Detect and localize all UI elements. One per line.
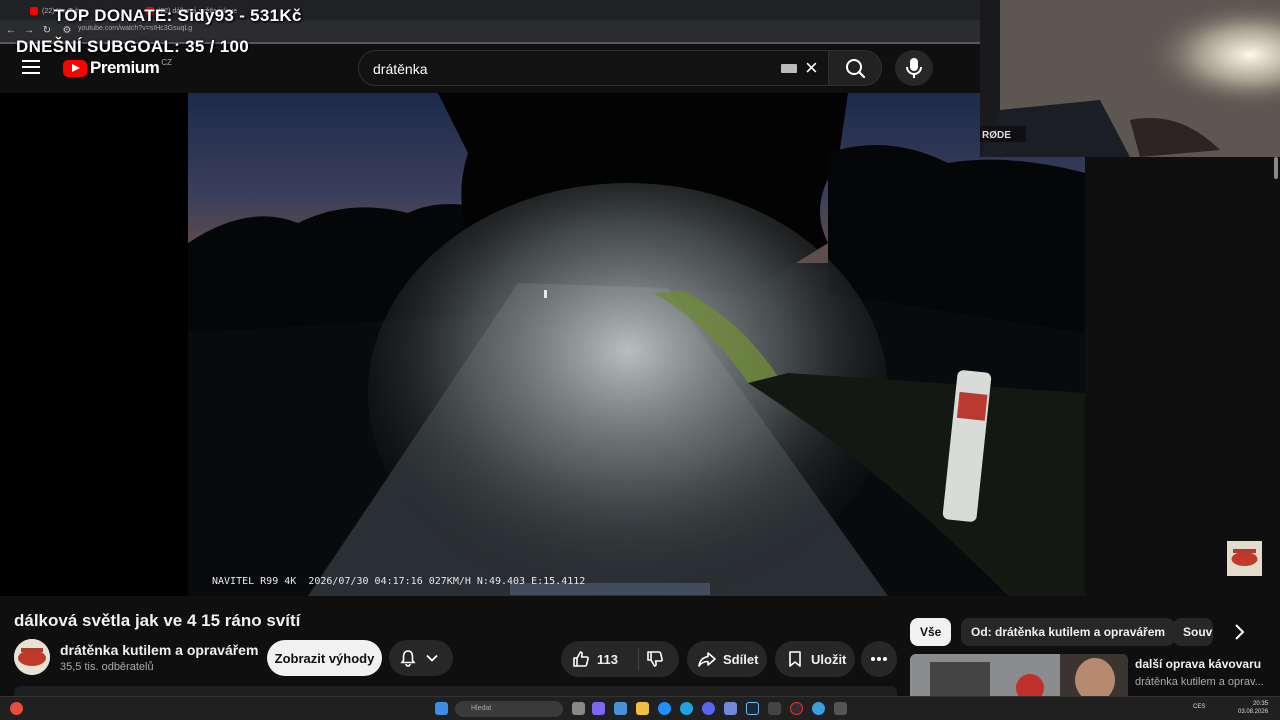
thumbs-up-icon: [573, 651, 589, 667]
like-divider: [638, 648, 639, 670]
input-language[interactable]: CES: [1193, 704, 1205, 710]
microphone-icon: [906, 58, 922, 78]
dashcam-osd-text: NAVITEL R99 4K 2026/07/30 04:17:16 027KM…: [212, 576, 586, 587]
share-button[interactable]: Sdílet: [687, 641, 767, 677]
dislike-button[interactable]: [645, 649, 665, 672]
channel-name[interactable]: drátěnka kutilem a opravářem: [60, 642, 258, 658]
obs-icon[interactable]: [790, 702, 803, 715]
task-view-icon[interactable]: [572, 702, 585, 715]
clear-search-icon[interactable]: ×: [805, 55, 818, 81]
like-button[interactable]: 113: [571, 649, 618, 669]
app-icon[interactable]: [812, 702, 825, 715]
recommendation-title[interactable]: další oprava kávovaru: [1135, 657, 1261, 671]
channel-watermark[interactable]: [1227, 541, 1262, 576]
back-arrow-icon[interactable]: ←: [4, 24, 18, 38]
recommendation-channel[interactable]: drátěnka kutilem a oprav...: [1135, 676, 1264, 688]
bookmark-icon: [789, 651, 801, 667]
search-input[interactable]: drátěnka ×: [358, 50, 838, 86]
youtube-premium-logo[interactable]: Premium CZ: [63, 58, 172, 78]
thumbnail-image: [910, 654, 1128, 696]
channel-logo-icon: [1227, 541, 1262, 576]
chip-from-channel[interactable]: Od: drátěnka kutilem a opravářem: [961, 618, 1176, 646]
description-box[interactable]: [14, 686, 897, 696]
logo-brand-text: Premium: [90, 58, 160, 77]
chevron-down-icon: [426, 654, 438, 662]
app-icon[interactable]: [768, 702, 781, 715]
clock-date: 03.08.2026: [1238, 709, 1269, 715]
voice-search-button[interactable]: [895, 50, 933, 86]
webcam-frame: RØDE: [980, 0, 1280, 157]
save-button[interactable]: Uložit: [775, 641, 855, 677]
windows-taskbar: Hledat CES 20:35 03.08.2026: [0, 696, 1280, 720]
save-label: Uložit: [811, 651, 847, 667]
chrome-icon[interactable]: [658, 702, 671, 715]
url-field[interactable]: youtube.com/watch?v=sIHc3GsuqLg: [78, 25, 192, 32]
right-panel: [1085, 157, 1280, 597]
share-label: Sdílet: [723, 651, 759, 667]
bell-icon: [400, 650, 416, 667]
reload-icon[interactable]: ↻: [40, 24, 54, 38]
recommendation-thumbnail[interactable]: [910, 654, 1128, 696]
file-explorer-icon[interactable]: [636, 702, 649, 715]
discord-icon[interactable]: [724, 702, 737, 715]
chips-next-button[interactable]: [1228, 621, 1250, 643]
channel-logo-icon: [14, 639, 50, 675]
hamburger-menu-icon[interactable]: [22, 60, 40, 74]
more-actions-button[interactable]: [861, 641, 897, 677]
thumbs-down-icon: [647, 651, 663, 667]
keyboard-icon[interactable]: [781, 64, 797, 73]
youtube-favicon-icon: [30, 7, 38, 15]
video-player[interactable]: NAVITEL R99 4K 2026/07/30 04:17:16 027KM…: [188, 93, 1085, 596]
youtube-play-icon: [63, 59, 87, 77]
show-perks-button[interactable]: Zobrazit výhody: [267, 640, 382, 676]
search-icon: [846, 59, 866, 79]
like-count: 113: [597, 651, 618, 667]
search-input-value: drátěnka: [373, 61, 428, 77]
weather-icon[interactable]: [10, 702, 23, 715]
search-button[interactable]: [828, 50, 882, 86]
app-icon[interactable]: [834, 702, 847, 715]
forward-arrow-icon[interactable]: →: [22, 24, 36, 38]
page-scrollbar[interactable]: [1274, 157, 1278, 179]
svg-text:RØDE: RØDE: [982, 130, 1011, 141]
channel-avatar[interactable]: [14, 639, 50, 675]
share-arrow-icon: [698, 652, 716, 667]
chip-all[interactable]: Vše: [910, 618, 952, 646]
taskbar-search-input[interactable]: Hledat: [455, 701, 563, 717]
edge-icon[interactable]: [680, 702, 693, 715]
clock-time: 20:35: [1253, 701, 1269, 707]
subscriber-count: 35,5 tis. odběratelů: [60, 661, 154, 673]
stream-subgoal: DNEŠNÍ SUBGOAL: 35 / 100: [16, 37, 249, 56]
logo-country-code: CZ: [161, 57, 172, 67]
more-dots-icon: [871, 657, 887, 661]
windows-start-icon[interactable]: [435, 702, 448, 715]
stream-top-donate: TOP DONATE: Sidy93 - 531Kč: [54, 6, 302, 25]
steam-icon[interactable]: [746, 702, 759, 715]
site-info-icon[interactable]: ⚙: [60, 24, 74, 38]
widgets-icon[interactable]: [592, 702, 605, 715]
video-title: dálková světla jak ve 4 15 ráno svítí: [14, 611, 301, 630]
notifications-button[interactable]: [389, 640, 453, 676]
chip-related[interactable]: Souv: [1173, 618, 1213, 646]
app-icon[interactable]: [614, 702, 627, 715]
streamer-webcam: RØDE: [980, 0, 1280, 157]
dashcam-night-frame: [188, 93, 1085, 596]
app-icon[interactable]: [702, 702, 715, 715]
system-clock[interactable]: 20:35 03.08.2026: [1238, 700, 1268, 716]
chevron-right-icon: [1235, 624, 1245, 640]
like-dislike-group: 113: [561, 641, 679, 677]
